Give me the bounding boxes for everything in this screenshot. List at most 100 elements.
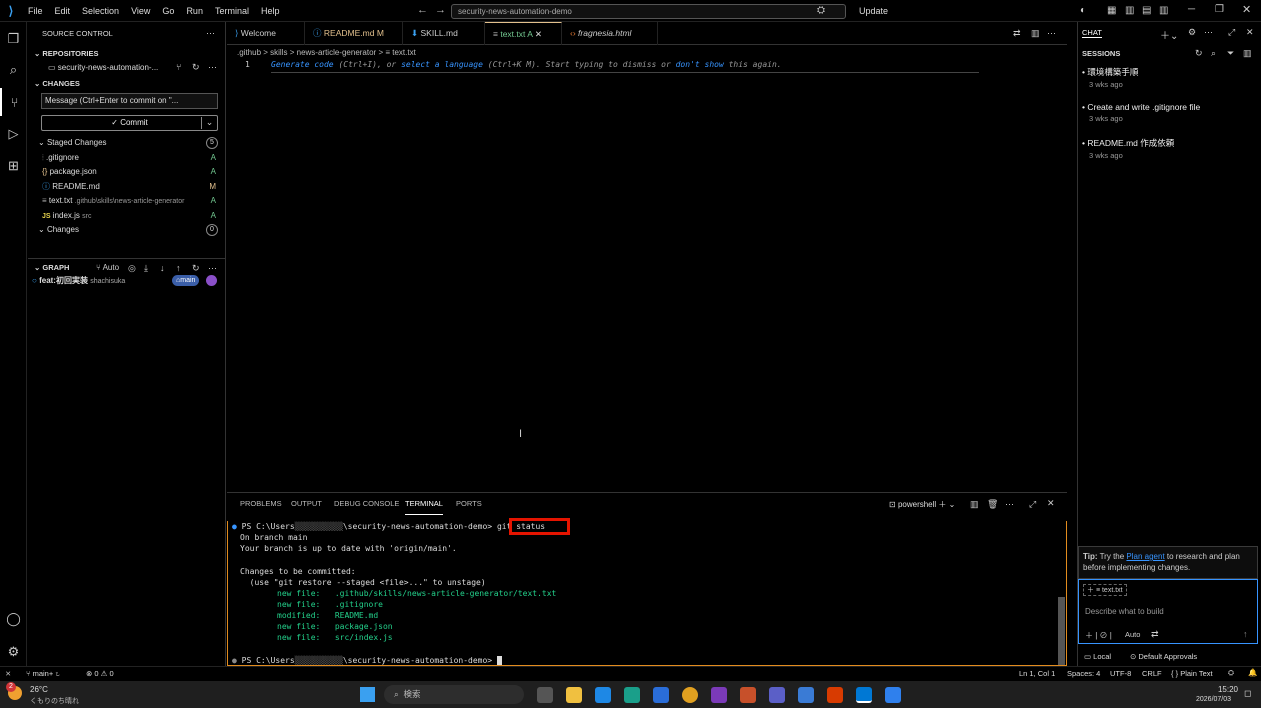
chat-input[interactable]: Describe what to build [1085,607,1164,616]
chrome-icon[interactable] [682,687,698,703]
session-item[interactable]: • 環境構築手順 3 wks ago [1078,66,1261,89]
restore-icon[interactable]: ❐ [1215,4,1224,15]
refresh-icon[interactable]: ↻ [192,263,200,274]
menu-run[interactable]: Run [180,0,209,22]
terminal-shell-selector[interactable]: ⊡ powershell ＋ ⌄ [889,499,955,510]
chat-title[interactable]: CHAT [1082,28,1102,38]
branch-indicator[interactable]: ⑂ main+ ↻ [26,669,60,678]
start-button-icon[interactable] [360,687,375,702]
line-ending[interactable]: CRLF [1142,669,1162,678]
taskbar-search[interactable]: ⌕ 検索 [384,685,524,704]
approvals-selector[interactable]: ⊙ Default Approvals [1130,652,1197,661]
clock-time[interactable]: 15:20 [1214,685,1238,694]
editor-line-1[interactable]: 1 Generate code (Ctrl+I), or select a la… [227,60,1067,74]
tab-text-txt[interactable]: ≡ text.txt A ✕ [485,22,562,45]
tab-output[interactable]: OUTPUT [291,493,322,515]
menu-help[interactable]: Help [255,0,286,22]
chat-settings-icon[interactable]: ⚙ [1188,27,1196,38]
menu-terminal[interactable]: Terminal [209,0,255,22]
session-item[interactable]: • Create and write .gitignore file 3 wks… [1078,102,1261,123]
menu-go[interactable]: Go [156,0,180,22]
plan-agent-link[interactable]: Plan agent [1126,552,1164,561]
edge-icon[interactable] [624,687,640,703]
minimize-icon[interactable]: ─ [1188,4,1195,15]
tab-close-icon[interactable]: ✕ [535,29,542,39]
terminal[interactable]: ● PS C:\Users▒▒▒▒▒▒▒▒▒▒\security-news-au… [227,518,1067,666]
generate-code-link[interactable]: Generate code [271,60,334,69]
toggle-secondary-sidebar-icon[interactable]: ▥ [1159,5,1168,16]
refresh-sessions-icon[interactable]: ↻ [1195,48,1203,59]
close-panel-icon[interactable]: ✕ [1047,498,1055,509]
staged-changes-group[interactable]: ⌄ Staged Changes 5 [28,136,226,150]
file-item[interactable]: ⓘ README.md M [28,180,226,194]
toggle-layout-icon[interactable]: ◐ [1080,5,1086,16]
copilot-icon[interactable]: ⛭ [817,5,825,16]
toggle-panel-icon[interactable]: ▤ [1142,5,1151,16]
extensions-icon[interactable]: ⊞ [0,152,27,180]
notification-center-icon[interactable]: ◻ [1244,688,1251,699]
copilot-status-icon[interactable]: ⛭ [1228,668,1234,678]
teams-icon[interactable] [769,687,785,703]
forward-arrow-icon[interactable]: → [435,4,446,16]
tab-problems[interactable]: PROBLEMS [240,493,282,515]
onenote-icon[interactable] [711,687,727,703]
tab-debug-console[interactable]: DEBUG CONSOLE [334,493,399,515]
toggle-sessions-icon[interactable]: ▥ [1243,48,1252,59]
new-chat-icon[interactable]: ＋⌄ [1160,27,1178,42]
file-item[interactable]: JS index.js src A [28,209,226,223]
session-item[interactable]: • README.md 作成依頼 3 wks ago [1078,137,1261,160]
graph-more-icon[interactable]: ⋯ [208,263,217,274]
tab-welcome[interactable]: ⟩ Welcome [227,22,305,45]
branch-icon[interactable]: ⑂ [176,62,181,72]
filter-sessions-icon[interactable]: ⏷ [1227,48,1234,59]
more-actions-icon[interactable]: ⋯ [206,28,215,39]
acrobat-icon[interactable] [827,687,843,703]
commit-message-input[interactable]: Message (Ctrl+Enter to commit on "... [41,93,218,109]
sync-icon[interactable]: ↻ [192,62,200,73]
remote-icon[interactable]: ⨯ [5,669,11,678]
commit-button[interactable]: ✓ Commit [41,115,218,131]
file-item[interactable]: {} package.json A [28,165,226,179]
task-view-icon[interactable] [537,687,553,703]
chat-tools-icon[interactable]: ⇄ [1151,629,1159,640]
terminal-scrollbar[interactable] [1058,597,1065,665]
app-icon[interactable] [740,687,756,703]
search-sessions-icon[interactable]: ⌕ [1211,48,1216,59]
temperature[interactable]: 26°C [30,685,48,694]
tab-fragnesia[interactable]: ‹› fragnesia.html [562,22,658,45]
manage-gear-icon[interactable]: ⚙ [0,638,27,666]
snipping-tool-icon[interactable] [885,687,901,703]
tab-terminal[interactable]: TERMINAL [405,493,443,515]
toggle-sidebar-icon[interactable]: ▥ [1125,5,1134,16]
panel-more-icon[interactable]: ⋯ [1005,499,1014,510]
close-chat-icon[interactable]: ✕ [1246,27,1254,38]
source-control-icon[interactable]: ⑂ [0,88,27,116]
open-changes-icon[interactable]: ⇄ [1013,28,1021,39]
customize-layout-icon[interactable]: ▦ [1107,5,1116,16]
tab-skill[interactable]: ⬇ SKILL.md [403,22,485,45]
commit-dropdown-icon[interactable]: ⌄ [201,117,217,129]
vscode-taskbar-icon[interactable] [856,687,872,703]
explorer-icon[interactable]: ❐ [0,25,27,53]
mode-selector[interactable]: Auto [1125,630,1140,639]
push-icon[interactable]: ↑ [176,263,181,273]
context-file-chip[interactable]: ＋ ≡ text.txt [1083,584,1127,596]
encoding[interactable]: UTF-8 [1110,669,1131,678]
repositories-header[interactable]: ⌄ REPOSITORIES [28,46,226,62]
tab-ports[interactable]: PORTS [456,493,482,515]
graph-target-icon[interactable]: ◎ [128,263,136,274]
command-center-search[interactable]: security-news-automation-demo [451,4,846,19]
editor-more-icon[interactable]: ⋯ [1047,28,1056,39]
menu-selection[interactable]: Selection [76,0,125,22]
store-icon[interactable] [653,687,669,703]
split-terminal-icon[interactable]: ▥ [970,499,979,510]
account-icon[interactable]: ◯ [0,605,27,633]
menu-edit[interactable]: Edit [49,0,77,22]
local-selector[interactable]: ▭ Local [1084,652,1111,661]
repo-more-icon[interactable]: ⋯ [208,62,217,73]
maximize-chat-icon[interactable]: ⤢ [1228,27,1235,38]
menu-file[interactable]: File [22,0,49,22]
clock-date[interactable]: 2026/07/03 [1196,696,1231,703]
close-window-icon[interactable]: ✕ [1242,3,1251,16]
menu-view[interactable]: View [125,0,156,22]
